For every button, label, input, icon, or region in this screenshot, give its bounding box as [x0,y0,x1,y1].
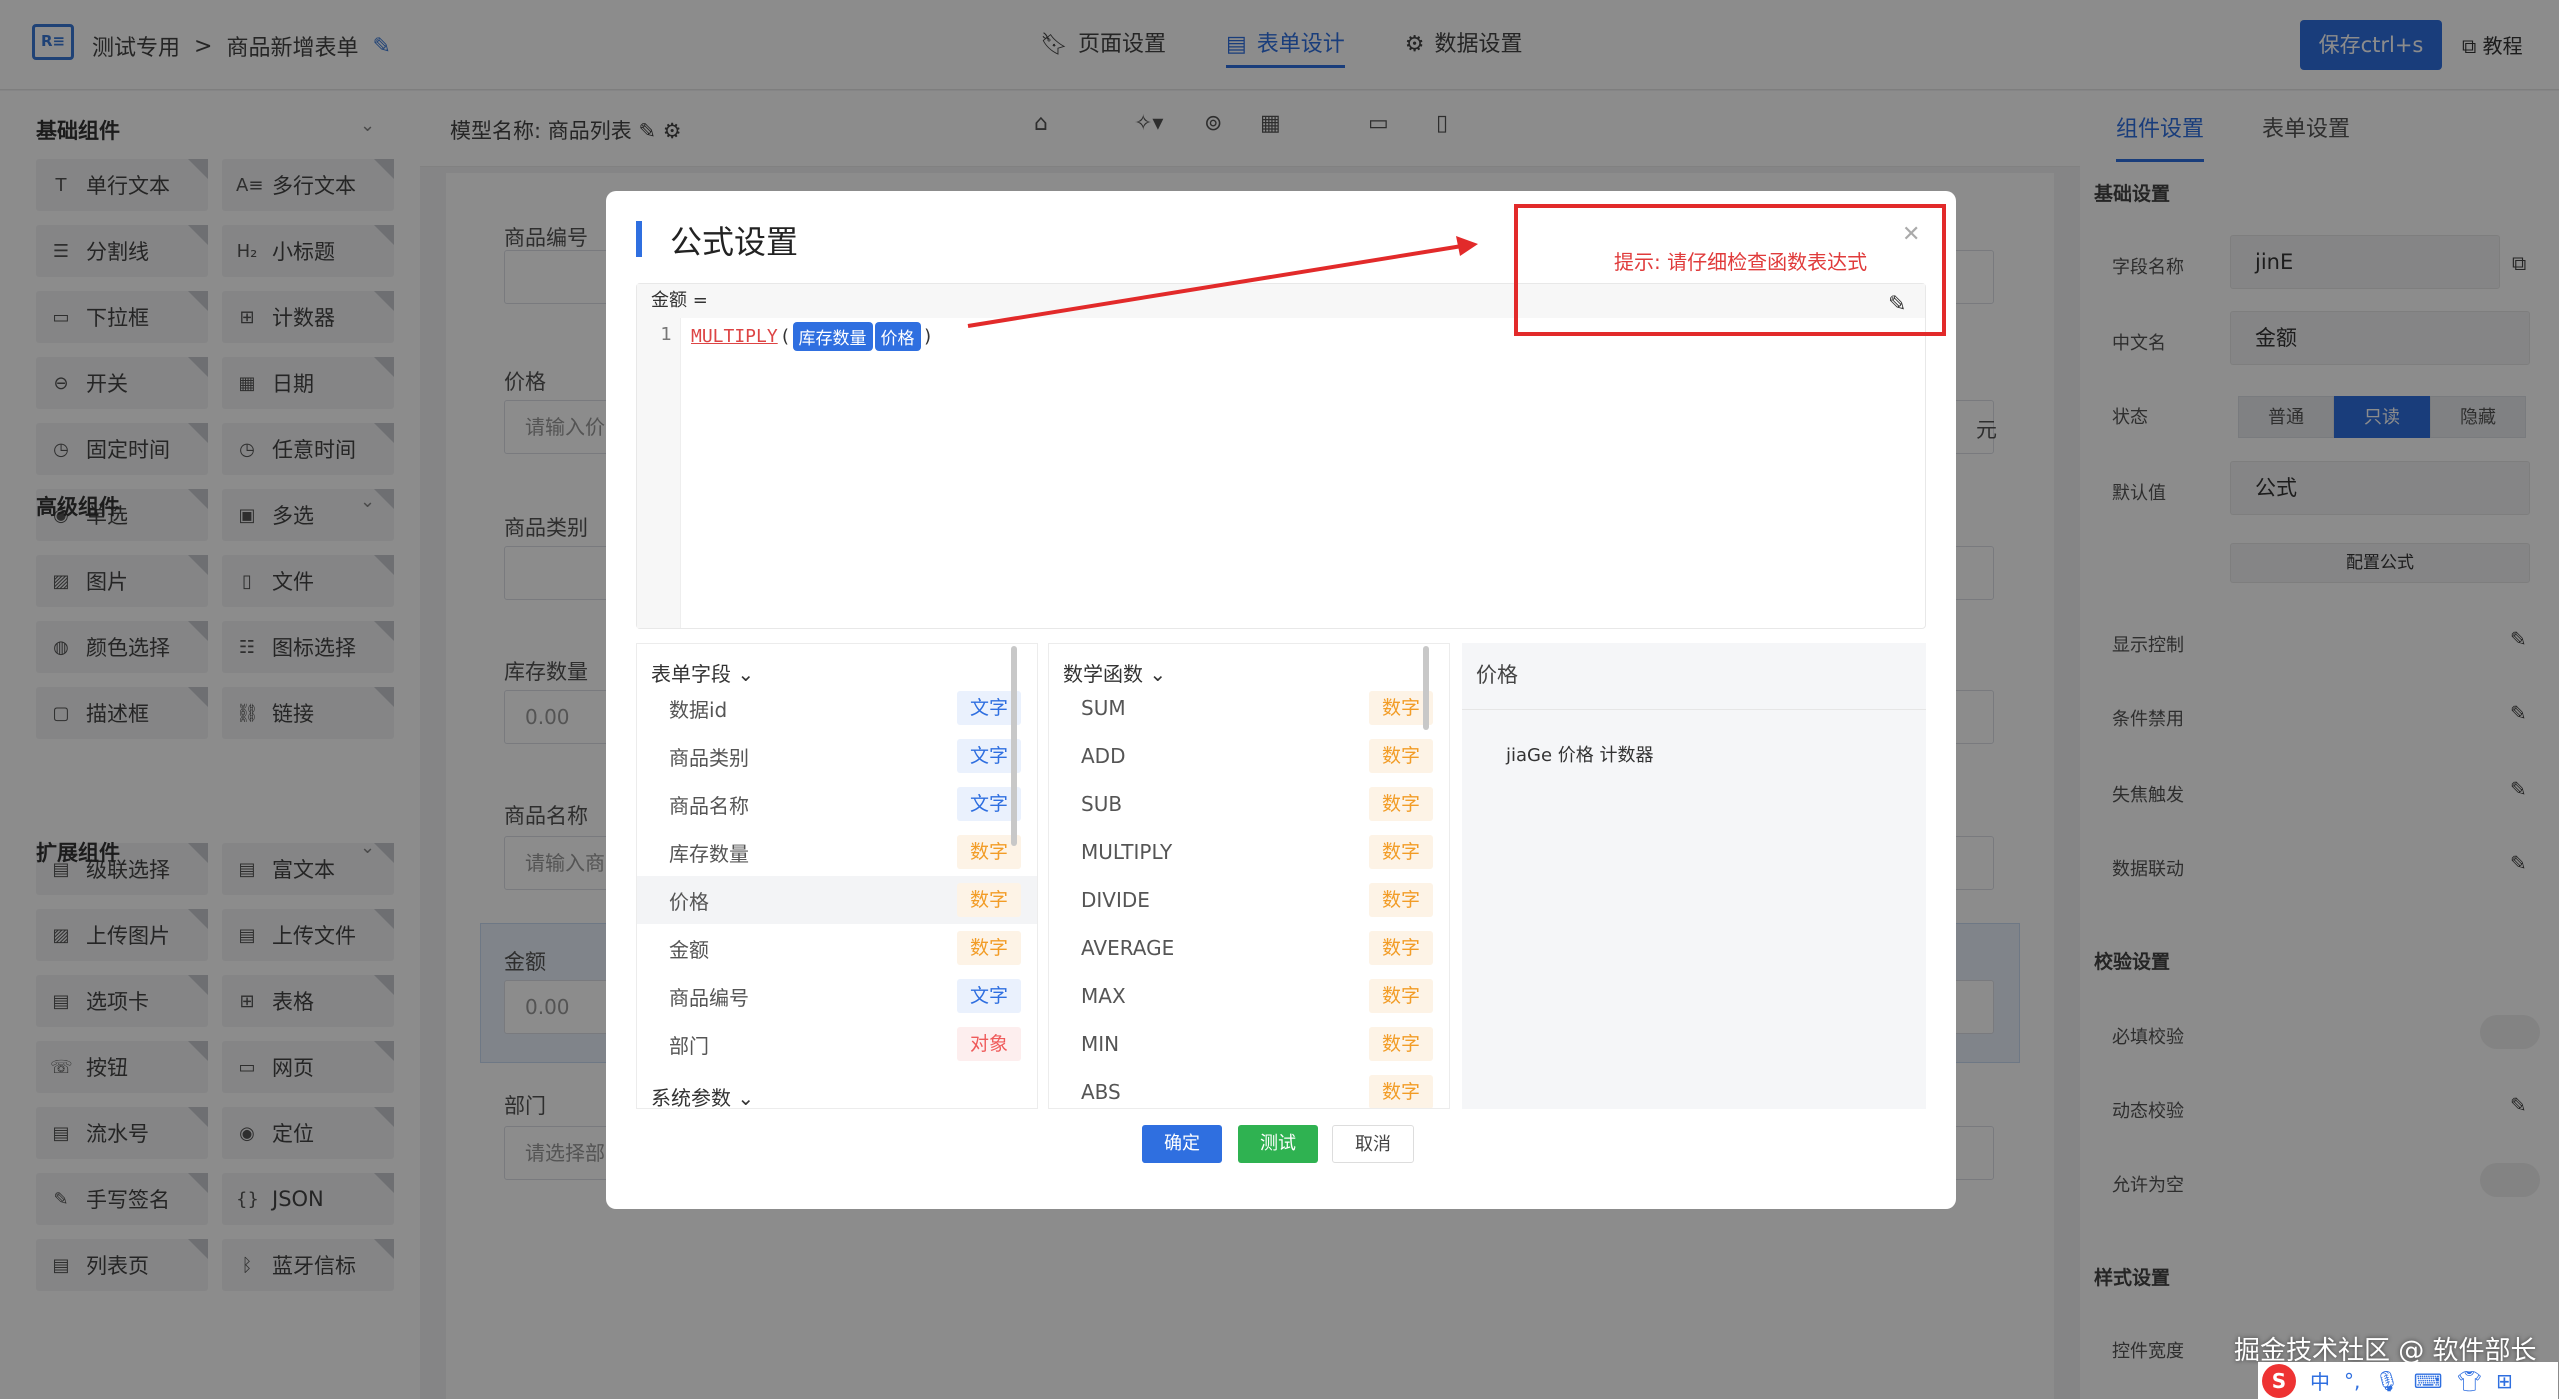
punct-icon[interactable]: °, [2344,1369,2360,1393]
mic-icon[interactable]: 🎙︎ [2374,1369,2399,1393]
ime-mode[interactable]: 中 [2310,1366,2330,1395]
ime-toolbar: S 中 °, 🎙︎ ⌨ 👕︎ ⊞ [2258,1362,2558,1399]
keyboard-icon[interactable]: ⌨ [2414,1369,2443,1393]
shirt-icon[interactable]: 👕︎ [2457,1369,2482,1393]
ime-logo-icon[interactable]: S [2262,1363,2296,1398]
annotation-arrow [967,236,1478,328]
grid-icon[interactable]: ⊞ [2496,1369,2513,1393]
